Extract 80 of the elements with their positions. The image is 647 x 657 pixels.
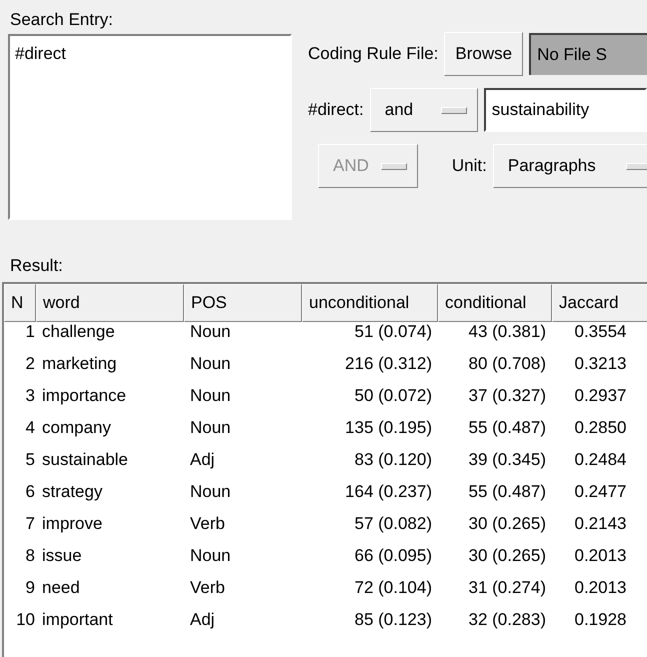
table-cell-text: 0.1928 bbox=[574, 609, 628, 631]
result-label: Result: bbox=[9, 255, 64, 277]
table-cell-text: 43 (0.381) bbox=[468, 321, 547, 343]
table-cell-text: 0.3554 bbox=[574, 321, 628, 343]
table-cell-text: 4 bbox=[24, 417, 36, 439]
column-header[interactable]: Jaccard bbox=[552, 284, 647, 322]
table-cell-text: issue bbox=[41, 545, 83, 567]
table-cell-text: company bbox=[41, 417, 112, 439]
table-cell-text: 0.3213 bbox=[574, 353, 628, 375]
column-header[interactable]: word bbox=[36, 284, 184, 322]
table-cell-text: 0.2850 bbox=[574, 417, 628, 439]
table-cell-text: 0.2143 bbox=[574, 513, 628, 535]
table-cell-text: need bbox=[41, 577, 81, 599]
table-cell-text: 8 bbox=[24, 545, 36, 567]
table-cell-text: Noun bbox=[189, 481, 232, 503]
search-entry-label: Search Entry: bbox=[9, 9, 114, 31]
coding-rule-label: Coding Rule File: bbox=[308, 44, 438, 64]
table-cell-text: 31 (0.274) bbox=[468, 577, 547, 599]
unit-dropdown[interactable]: Paragraphs bbox=[492, 144, 647, 188]
table-cell-text: 51 (0.074) bbox=[354, 321, 433, 343]
table-cell-text: 3 bbox=[24, 385, 36, 407]
table-cell-text: challenge bbox=[41, 321, 116, 343]
table-cell-text: 83 (0.120) bbox=[354, 449, 433, 471]
table-cell-text: sustainable bbox=[41, 449, 130, 471]
table-cell-text: 32 (0.283) bbox=[468, 609, 547, 631]
dropdown-handle-icon bbox=[440, 106, 467, 114]
table-cell-text: importance bbox=[41, 385, 128, 407]
table-cell-text: 1 bbox=[24, 321, 36, 343]
table-cell-text: 0.2484 bbox=[574, 449, 628, 471]
table-cell-text: marketing bbox=[41, 353, 118, 375]
table-cell-text: 7 bbox=[24, 513, 36, 535]
file-name-field: No File S bbox=[529, 33, 647, 75]
table-cell-text: 6 bbox=[24, 481, 36, 503]
table-cell-text: 2 bbox=[24, 353, 36, 375]
table-cell-text: 72 (0.104) bbox=[354, 577, 433, 599]
table-cell-text: 0.2477 bbox=[574, 481, 628, 503]
operator-dropdown[interactable]: and bbox=[370, 88, 478, 132]
table-cell-text: 30 (0.265) bbox=[468, 545, 547, 567]
browse-button[interactable]: Browse bbox=[444, 32, 524, 76]
table-cell-text: Adj bbox=[189, 449, 216, 471]
table-cell-text: 9 bbox=[24, 577, 36, 599]
condition-label: #direct: bbox=[308, 100, 364, 120]
table-cell-text: Noun bbox=[189, 417, 232, 439]
table-cell-text: 5 bbox=[24, 449, 36, 471]
term-field[interactable]: sustainability bbox=[484, 88, 647, 132]
table-cell-text: important bbox=[41, 609, 114, 631]
table-cell-text: 80 (0.708) bbox=[468, 353, 547, 375]
table-cell-text: 55 (0.487) bbox=[468, 481, 547, 503]
table-cell-text: 216 (0.312) bbox=[344, 353, 433, 375]
table-cell-text: 30 (0.265) bbox=[468, 513, 547, 535]
table-cell-text: 85 (0.123) bbox=[354, 609, 433, 631]
table-cell-text: 10 bbox=[15, 609, 36, 631]
table-cell-text: Noun bbox=[189, 385, 232, 407]
table-cell-text: Noun bbox=[189, 353, 232, 375]
table-cell-text: 50 (0.072) bbox=[354, 385, 433, 407]
column-header[interactable]: POS bbox=[184, 284, 302, 322]
column-header[interactable]: unconditional bbox=[302, 284, 438, 322]
table-cell-text: Adj bbox=[189, 609, 216, 631]
search-entry-field[interactable]: #direct bbox=[8, 34, 292, 220]
unit-label: Unit: bbox=[452, 156, 487, 176]
table-cell-text: Verb bbox=[189, 513, 226, 535]
table-cell-text: Noun bbox=[189, 545, 232, 567]
table-cell-text: 57 (0.082) bbox=[354, 513, 433, 535]
dropdown-handle-icon bbox=[626, 162, 647, 170]
table-cell-text: Noun bbox=[189, 321, 232, 343]
column-header[interactable]: N bbox=[4, 284, 36, 322]
table-cell-text: 135 (0.195) bbox=[344, 417, 433, 439]
table-cell-text: 37 (0.327) bbox=[468, 385, 547, 407]
table-cell-text: Verb bbox=[189, 577, 226, 599]
table-cell-text: 0.2013 bbox=[574, 545, 628, 567]
table-cell-text: 66 (0.095) bbox=[354, 545, 433, 567]
table-cell-text: 164 (0.237) bbox=[344, 481, 433, 503]
table-cell-text: 0.2937 bbox=[574, 385, 628, 407]
table-cell-text: 0.2013 bbox=[574, 577, 628, 599]
table-cell-text: 55 (0.487) bbox=[468, 417, 547, 439]
table-cell-text: improve bbox=[41, 513, 104, 535]
table-cell-text: 39 (0.345) bbox=[468, 449, 547, 471]
column-header[interactable]: conditional bbox=[438, 284, 552, 322]
dropdown-handle-icon bbox=[380, 162, 407, 170]
table-cell-text: strategy bbox=[41, 481, 104, 503]
